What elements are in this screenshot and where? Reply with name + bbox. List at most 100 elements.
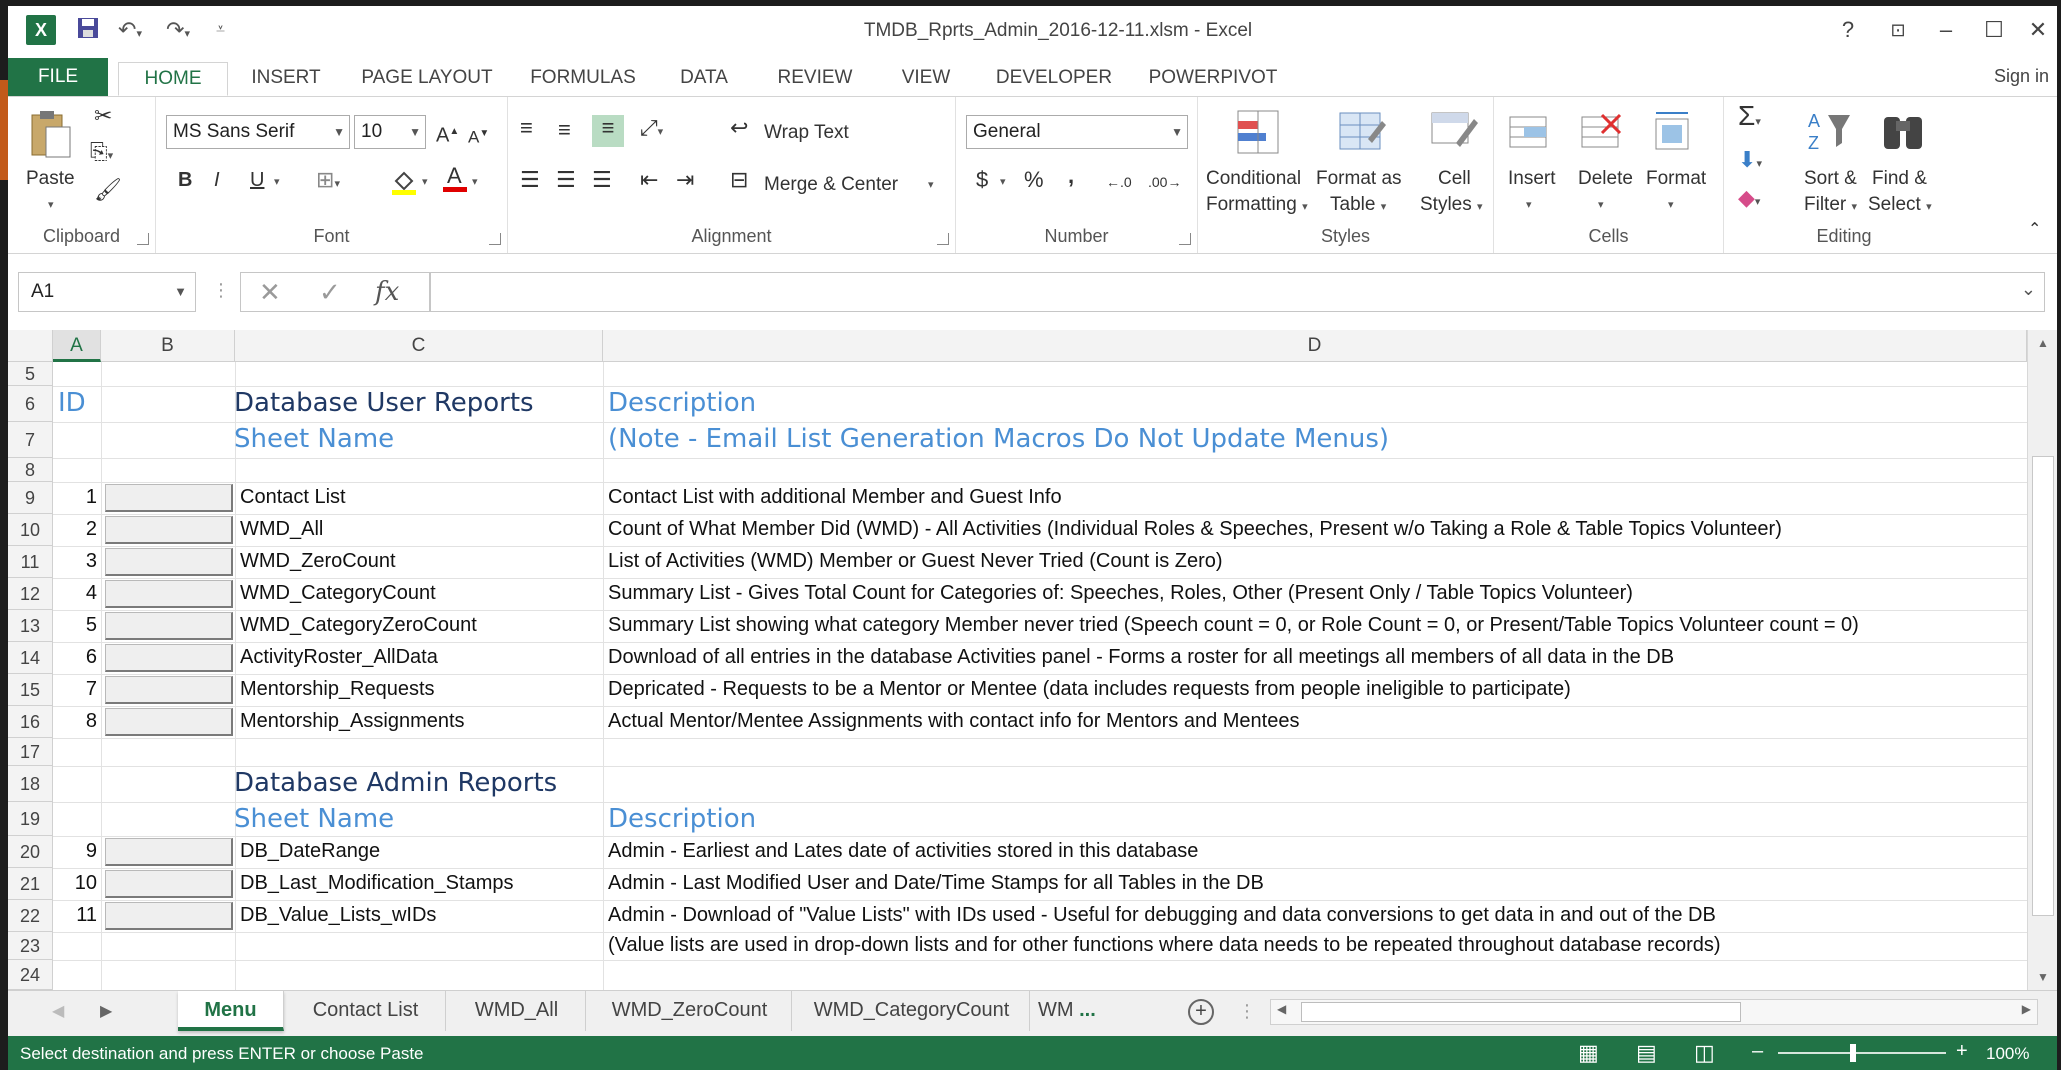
maximize-icon[interactable]: ☐ [1974, 16, 2014, 44]
admin-note-cell[interactable]: (Value lists are used in drop-down lists… [608, 934, 1721, 957]
row-header[interactable]: 12 [8, 578, 53, 610]
row-id[interactable]: 3 [53, 550, 101, 573]
page-layout-view-icon[interactable]: ▤ [1636, 1040, 1657, 1066]
sheet-tab-wmd-all[interactable]: WMD_All [448, 991, 586, 1031]
cut-icon[interactable]: ✂ [94, 103, 112, 129]
row-header[interactable]: 11 [8, 546, 53, 578]
top-align-icon[interactable]: ≡ [520, 115, 533, 141]
find-select-label-2[interactable]: Select ▾ [1868, 193, 1932, 219]
conditional-formatting-icon[interactable] [1234, 109, 1282, 155]
sheet-tab-wmd-zerocount[interactable]: WMD_ZeroCount [588, 991, 792, 1031]
redo-icon[interactable]: ↷▾ [166, 16, 190, 44]
row-header[interactable]: 13 [8, 610, 53, 642]
description-cell[interactable]: Actual Mentor/Mentee Assignments with co… [608, 710, 1299, 733]
collapse-ribbon-icon[interactable]: ⌃ [2028, 217, 2041, 243]
report-button[interactable] [105, 708, 233, 736]
vertical-scroll-thumb[interactable] [2032, 456, 2054, 916]
merge-center-icon[interactable]: ⊟ [730, 167, 748, 193]
row-id[interactable]: 7 [53, 678, 101, 701]
italic-button[interactable]: I [214, 167, 220, 193]
conditional-formatting-label-1[interactable]: Conditional [1206, 167, 1301, 191]
report-button[interactable] [105, 580, 233, 608]
confirm-entry-icon[interactable]: ✓ [319, 277, 341, 308]
tab-view[interactable]: VIEW [886, 62, 966, 96]
row-header[interactable]: 8 [8, 458, 53, 482]
row-header[interactable]: 18 [8, 766, 53, 802]
format-cells-button[interactable]: Format [1646, 167, 1706, 191]
more-sheets-indicator[interactable]: ... [1079, 999, 1096, 1021]
report-button[interactable] [105, 870, 233, 898]
tab-file[interactable]: FILE [8, 58, 108, 96]
clipboard-launcher-icon[interactable] [137, 233, 149, 245]
worksheet-grid[interactable]: A B C D 5 6 7 8 9 10 11 12 13 14 15 16 1… [8, 330, 2057, 990]
description-cell[interactable]: Admin - Last Modified User and Date/Time… [608, 872, 1264, 895]
sheet-tab-contact-list[interactable]: Contact List [286, 991, 446, 1031]
format-painter-icon[interactable]: 🖌 [94, 177, 122, 203]
fill-icon[interactable]: ⬇▾ [1738, 147, 1762, 177]
sort-filter-label-1[interactable]: Sort & [1804, 167, 1857, 191]
save-icon[interactable] [76, 16, 100, 44]
format-dropdown-icon[interactable]: ▾ [1668, 193, 1674, 217]
bottom-align-icon[interactable]: ≡ [592, 115, 624, 147]
row-header[interactable]: 19 [8, 802, 53, 836]
tab-home[interactable]: HOME [118, 62, 228, 96]
sort-filter-icon[interactable]: AZ [1806, 107, 1854, 153]
admin-reports-title[interactable]: Database Admin Reports [234, 768, 557, 798]
report-button[interactable] [105, 612, 233, 640]
sheet-name-cell[interactable]: WMD_CategoryZeroCount [240, 614, 477, 637]
sheet-name-cell[interactable]: DB_Value_Lists_wIDs [240, 904, 436, 927]
admin-sheet-name-header[interactable]: Sheet Name [234, 804, 394, 834]
row-header[interactable]: 14 [8, 642, 53, 674]
paste-button[interactable]: Paste [26, 167, 75, 191]
format-as-table-label-2[interactable]: Table ▾ [1330, 193, 1386, 219]
merge-dropdown-icon[interactable]: ▾ [928, 173, 934, 197]
alignment-launcher-icon[interactable] [937, 233, 949, 245]
conditional-formatting-label-2[interactable]: Formatting ▾ [1206, 193, 1308, 219]
cell-styles-label-2[interactable]: Styles ▾ [1420, 193, 1483, 219]
column-header-b[interactable]: B [101, 330, 235, 362]
row-id[interactable]: 4 [53, 582, 101, 605]
wrap-text-button[interactable]: Wrap Text [764, 121, 849, 145]
row-header[interactable]: 21 [8, 868, 53, 900]
row-id[interactable]: 10 [53, 872, 101, 895]
formula-input[interactable]: ⌄ [430, 272, 2045, 312]
underline-button[interactable]: U [250, 167, 264, 193]
row-id[interactable]: 8 [53, 710, 101, 733]
insert-cells-button[interactable]: Insert [1508, 167, 1556, 191]
undo-icon[interactable]: ↶▾ [118, 16, 142, 44]
row-id[interactable]: 6 [53, 646, 101, 669]
ribbon-display-options-icon[interactable]: ⊡ [1878, 16, 1918, 44]
row-header[interactable]: 5 [8, 362, 53, 386]
horizontal-scrollbar[interactable]: ◀ ▶ [1270, 999, 2038, 1025]
percent-button[interactable]: % [1024, 167, 1044, 193]
prev-sheet-icon[interactable]: ◀ [52, 1001, 64, 1021]
sheet-name-cell[interactable]: DB_Last_Modification_Stamps [240, 872, 513, 895]
delete-dropdown-icon[interactable]: ▾ [1598, 193, 1604, 217]
bold-button[interactable]: B [178, 167, 192, 193]
paste-icon[interactable] [26, 107, 74, 158]
row-header[interactable]: 10 [8, 514, 53, 546]
report-button[interactable] [105, 676, 233, 704]
sheet-name-cell[interactable]: Mentorship_Assignments [240, 710, 465, 733]
font-size-dropdown[interactable]: 10 ▼ [354, 115, 426, 149]
align-left-icon[interactable]: ☰ [520, 167, 540, 193]
format-as-table-icon[interactable] [1338, 109, 1386, 155]
description-cell[interactable]: Admin - Download of "Value Lists" with I… [608, 904, 1716, 927]
formula-bar-grip-icon[interactable]: ⋮ [212, 280, 230, 301]
help-icon[interactable]: ? [1828, 16, 1868, 44]
row-header[interactable]: 20 [8, 836, 53, 868]
sheet-tab-wmd-categorycount[interactable]: WMD_CategoryCount [794, 991, 1030, 1031]
comma-button[interactable]: , [1068, 163, 1074, 189]
scroll-left-icon[interactable]: ◀ [1277, 1002, 1286, 1016]
vertical-scrollbar[interactable]: ▲ ▼ [2027, 330, 2057, 990]
tab-formulas[interactable]: FORMULAS [518, 62, 648, 96]
normal-view-icon[interactable]: ▦ [1578, 1040, 1599, 1066]
format-cells-icon[interactable] [1652, 109, 1700, 155]
delete-cells-button[interactable]: Delete [1578, 167, 1633, 191]
user-reports-title[interactable]: Database User Reports [234, 388, 534, 418]
merge-center-button[interactable]: Merge & Center [764, 173, 898, 197]
tab-developer[interactable]: DEVELOPER [984, 62, 1124, 96]
report-button[interactable] [105, 516, 233, 544]
description-cell[interactable]: Count of What Member Did (WMD) - All Act… [608, 518, 1782, 541]
align-center-icon[interactable]: ☰ [556, 167, 576, 193]
